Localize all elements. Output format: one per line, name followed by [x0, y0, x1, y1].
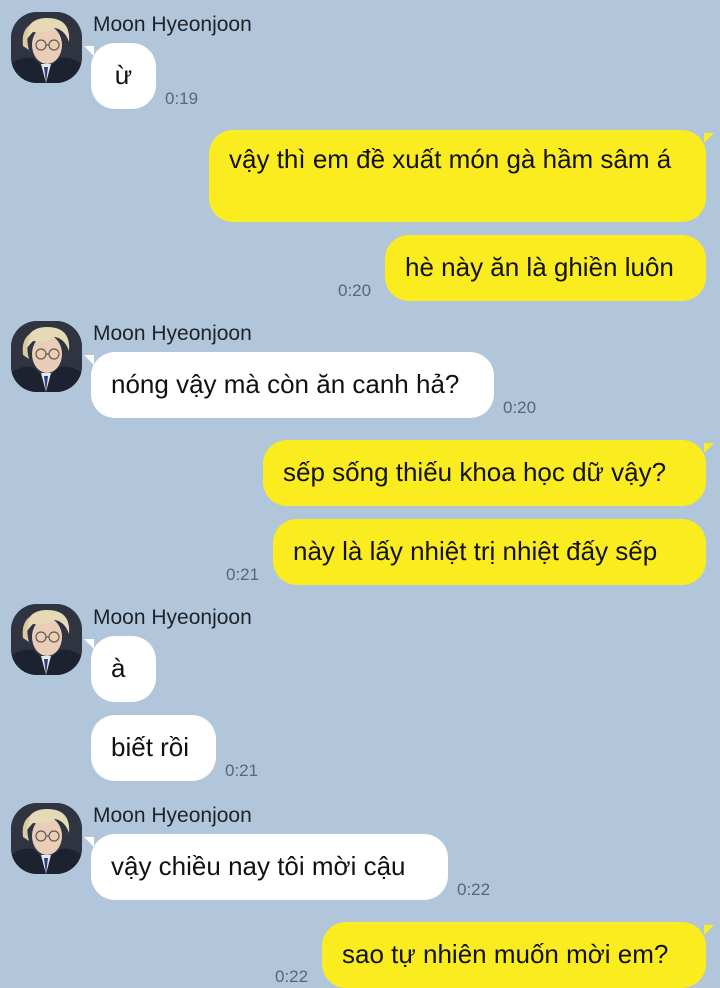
bubble-tail	[84, 46, 94, 56]
sender-name: Moon Hyeonjoon	[93, 13, 252, 36]
message-bubble-outgoing[interactable]: vậy thì em đề xuất món gà hầm sâm á	[209, 130, 706, 222]
message-time: 0:21	[225, 761, 259, 780]
sender-name: Moon Hyeonjoon	[93, 606, 252, 629]
message-time: 0:22	[275, 967, 309, 986]
message-bubble-outgoing[interactable]: hè này ăn là ghiền luôn	[385, 235, 706, 301]
message-bubble-incoming[interactable]: nóng vậy mà còn ăn canh hả?	[91, 352, 494, 418]
message-time: 0:20	[338, 281, 372, 300]
bubble-tail	[704, 133, 714, 143]
message-time: 0:20	[503, 398, 537, 417]
contact-avatar[interactable]	[11, 604, 82, 675]
bubble-tail	[84, 837, 94, 847]
message-time: 0:22	[457, 880, 491, 899]
bubble-tail	[704, 443, 714, 453]
message-time: 0:19	[165, 89, 199, 108]
message-bubble-incoming[interactable]: vậy chiều nay tôi mời cậu	[91, 834, 448, 900]
contact-avatar[interactable]	[11, 803, 82, 874]
message-bubble-outgoing[interactable]: sao tự nhiên muốn mời em?	[322, 922, 706, 988]
sender-name: Moon Hyeonjoon	[93, 322, 252, 345]
message-bubble-outgoing[interactable]: này là lấy nhiệt trị nhiệt đấy sếp	[273, 519, 706, 585]
bubble-tail	[84, 639, 94, 649]
message-bubble-incoming[interactable]: à	[91, 636, 156, 702]
message-bubble-incoming[interactable]: biết rồi	[91, 715, 216, 781]
contact-avatar[interactable]	[11, 12, 82, 83]
message-bubble-incoming[interactable]: ừ	[91, 43, 156, 109]
bubble-tail	[84, 355, 94, 365]
message-time: 0:21	[226, 565, 260, 584]
sender-name: Moon Hyeonjoon	[93, 804, 252, 827]
message-bubble-outgoing[interactable]: sếp sống thiếu khoa học dữ vậy?	[263, 440, 706, 506]
contact-avatar[interactable]	[11, 321, 82, 392]
bubble-tail	[704, 925, 714, 935]
